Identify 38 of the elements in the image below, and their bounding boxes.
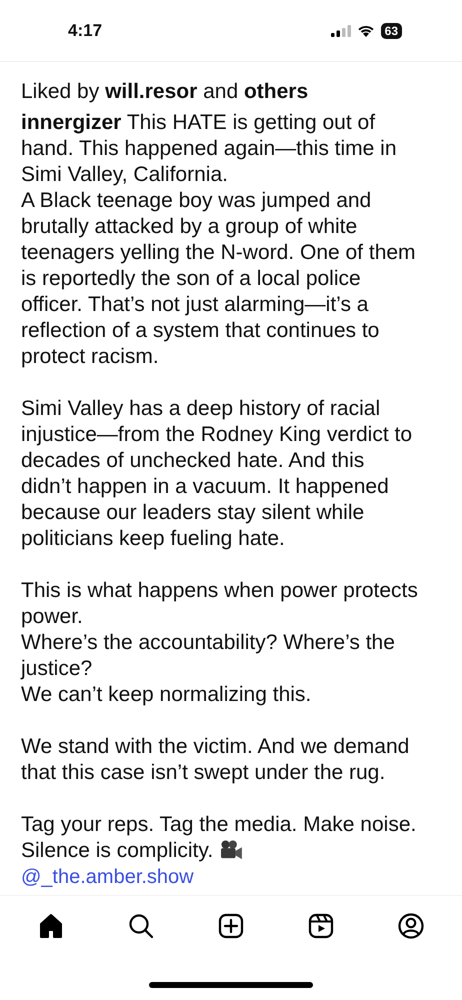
mention-link[interactable]: @_the.amber.show (21, 864, 442, 890)
caption-text: Tag your reps. Tag the media. Make noise. (21, 813, 416, 836)
battery-level: 63 (380, 22, 402, 38)
caption-text: reflection of a system that continues to (21, 319, 380, 342)
caption-text: We can’t keep normalizing this. (21, 683, 312, 706)
clock-time: 4:17 (68, 20, 102, 40)
username-link[interactable]: innergizer (21, 111, 122, 134)
wifi-icon (356, 24, 375, 37)
caption-text: didn’t happen in a vacuum. It happened (21, 475, 389, 498)
likes-text: Liked by will.resor and others (21, 79, 310, 105)
caption-text: Where’s the accountability? Where’s the (21, 631, 395, 654)
search-icon[interactable] (127, 912, 155, 940)
caption-text: teenagers yelling the N-word. One of them (21, 241, 416, 264)
caption-text: is reportedly the son of a local police (21, 267, 361, 290)
caption-text: This HATE is getting out of (126, 111, 376, 134)
caption-text: Simi Valley has a deep history of racial (21, 397, 380, 420)
caption-text: decades of unchecked hate. And this (21, 449, 364, 472)
caption-text: politicians keep fueling hate. (21, 527, 285, 550)
caption-text: that this case isn’t swept under the rug. (21, 761, 386, 784)
movie-camera-icon (219, 840, 244, 860)
profile-icon[interactable] (397, 912, 425, 940)
caption-text: Simi Valley, California. (21, 163, 228, 186)
caption-text: hand. This happened again—this time in (21, 137, 397, 160)
caption-text: brutally attacked by a group of white (21, 215, 358, 238)
caption-text: officer. That’s not just alarming—it’s a (21, 293, 368, 316)
caption-text: A Black teenage boy was jumped and (21, 189, 372, 212)
caption-text: injustice—from the Rodney King verdict to (21, 423, 412, 446)
plus-square-icon[interactable] (217, 912, 245, 940)
home-icon[interactable] (37, 912, 65, 940)
caption-text: This is what happens when power protects (21, 579, 418, 602)
signal-icon (330, 24, 351, 36)
caption-text: justice? (21, 657, 92, 680)
caption-text: We stand with the victim. And we demand (21, 735, 410, 758)
caption-text: because our leaders stay silent while (21, 501, 364, 524)
caption-text: Silence is complicity. (21, 839, 214, 862)
reels-icon[interactable] (307, 912, 335, 940)
caption-text: protect racism. (21, 345, 159, 368)
caption-text: power. (21, 605, 83, 628)
